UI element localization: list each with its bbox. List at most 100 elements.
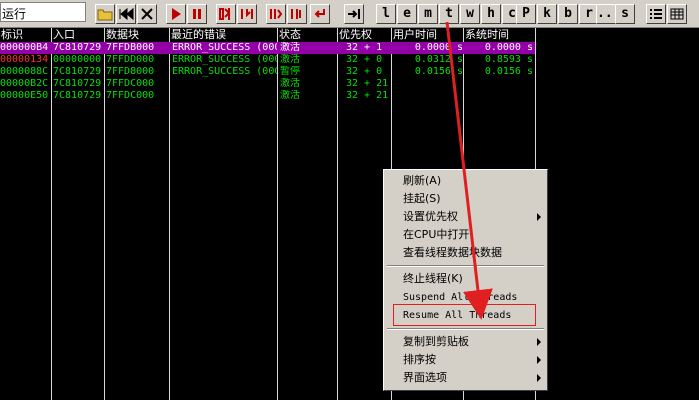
thread-system-time: 0.0156 s: [484, 66, 533, 77]
memory-map-button[interactable]: m: [418, 4, 438, 24]
column-header-system-time[interactable]: 系统时间: [464, 28, 535, 42]
menu-item-label: 复制到剪贴板: [403, 335, 469, 348]
menu-item-sort-by[interactable]: 排序按: [384, 351, 547, 369]
trace-over-button[interactable]: [287, 4, 307, 24]
column-header-entry[interactable]: 入口: [52, 28, 104, 42]
thread-entry: 7C810729: [53, 78, 102, 89]
thread-data-block: 7FFDD000: [106, 54, 155, 65]
source-button[interactable]: s: [615, 4, 635, 24]
pause-icon: [193, 9, 201, 19]
thread-last-error: ERROR_SUCCESS (000: [172, 42, 277, 53]
table-row[interactable]: 000000B4 7C810729 7FFDB000 ERROR_SUCCESS…: [0, 42, 535, 54]
execute-till-return-button[interactable]: [310, 4, 330, 24]
windows-button[interactable]: w: [460, 4, 480, 24]
toolbar: 运行 l e m t w h c P k b r ... s: [0, 0, 699, 28]
thread-state: 激活: [280, 54, 300, 65]
column-header-user-time[interactable]: 用户时间: [392, 28, 463, 42]
menu-item-suspend[interactable]: 挂起(S): [384, 190, 547, 208]
thread-state: 暂停: [280, 66, 300, 77]
submenu-arrow-icon: [537, 213, 541, 221]
thread-id: 00000E50: [0, 90, 49, 101]
thread-data-block: 7FFD8000: [106, 66, 155, 77]
goto-arrow-icon: [348, 9, 360, 19]
log-window-button[interactable]: l: [376, 4, 396, 24]
grid-options-button[interactable]: [667, 4, 687, 24]
thread-priority: 32 + 21: [346, 90, 389, 101]
play-icon: [172, 8, 181, 20]
run-button[interactable]: [166, 4, 186, 24]
close-button[interactable]: [137, 4, 157, 24]
menu-item-label: 设置优先权: [403, 210, 458, 223]
threads-button[interactable]: t: [439, 4, 459, 24]
thread-last-error: ERROR_SUCCESS (000: [172, 54, 277, 65]
menu-separator: [387, 328, 544, 330]
return-arrow-icon: [314, 9, 325, 18]
trace-into-button[interactable]: [266, 4, 286, 24]
call-stack-button[interactable]: k: [537, 4, 557, 24]
thread-user-time: 0.0312 s: [414, 54, 463, 65]
thread-data-block: 7FFDC000: [106, 90, 155, 101]
thread-system-time: 0.8593 s: [484, 54, 533, 65]
column-header-data-block[interactable]: 数据块: [105, 28, 169, 42]
thread-last-error: [172, 78, 277, 90]
run-trace-button[interactable]: ...: [596, 4, 620, 24]
handles-button[interactable]: h: [481, 4, 501, 24]
thread-user-time: 0.0156 s: [414, 66, 463, 77]
pause-button[interactable]: [187, 4, 207, 24]
column-header-last-error[interactable]: 最近的错误: [170, 28, 277, 42]
thread-entry: 7C810729: [53, 66, 102, 77]
open-file-button[interactable]: [95, 4, 115, 24]
thread-entry: 7C810729: [53, 42, 102, 53]
menu-item-refresh[interactable]: 刷新(A): [384, 172, 547, 190]
close-icon: [141, 8, 153, 20]
thread-last-error: [172, 90, 277, 102]
step-over-icon: [241, 9, 253, 19]
table-row[interactable]: 00000E50 7C810729 7FFDC000 激活 32 + 21: [0, 90, 535, 102]
thread-id: 00000134: [0, 54, 49, 65]
list-icon: [650, 9, 662, 19]
column-header-priority[interactable]: 优先权: [338, 28, 391, 42]
menu-item-set-priority[interactable]: 设置优先权: [384, 208, 547, 226]
thread-id: 000000B4: [0, 42, 49, 53]
thread-entry: 7C810729: [53, 90, 102, 101]
menu-item-view-thread-data-block[interactable]: 查看线程数据块数据: [384, 244, 547, 262]
annotation-highlight-box: [393, 304, 536, 326]
goto-button[interactable]: [344, 4, 364, 24]
table-row[interactable]: 00000134 00000000 7FFDD000 ERROR_SUCCESS…: [0, 54, 535, 66]
patches-button[interactable]: P: [516, 4, 536, 24]
column-header-state[interactable]: 状态: [278, 28, 337, 42]
rewind-icon: [119, 7, 134, 21]
table-row[interactable]: 0000088C 7C810729 7FFD8000 ERROR_SUCCESS…: [0, 66, 535, 78]
grid-icon: [670, 8, 684, 20]
executable-modules-button[interactable]: e: [397, 4, 417, 24]
step-into-button[interactable]: [216, 4, 236, 24]
status-text: 运行: [2, 7, 27, 21]
submenu-arrow-icon: [537, 338, 541, 346]
submenu-arrow-icon: [537, 374, 541, 382]
thread-context-menu: 刷新(A) 挂起(S) 设置优先权 在CPU中打开 查看线程数据块数据 终止线程…: [383, 169, 548, 391]
menu-item-copy-to-clipboard[interactable]: 复制到剪贴板: [384, 333, 547, 351]
thread-priority: 32 + 21: [346, 78, 389, 89]
list-options-button[interactable]: [646, 4, 666, 24]
folder-icon: [97, 9, 113, 21]
menu-item-appearance[interactable]: 界面选项: [384, 369, 547, 387]
thread-data-block: 7FFDB000: [106, 42, 155, 53]
breakpoints-button[interactable]: b: [558, 4, 578, 24]
thread-state: 激活: [280, 90, 300, 101]
thread-entry: 00000000: [53, 54, 102, 65]
column-header-id[interactable]: 标识: [0, 28, 51, 42]
thread-id: 0000088C: [0, 66, 49, 77]
table-row[interactable]: 00000B2C 7C810729 7FFDC000 激活 32 + 21: [0, 78, 535, 90]
restart-button[interactable]: [116, 4, 136, 24]
thread-user-time: 0.0000 s: [414, 42, 463, 53]
step-over-button[interactable]: [237, 4, 257, 24]
thread-priority: 32 + 0: [346, 66, 383, 77]
thread-priority: 32 + 1: [346, 42, 383, 53]
submenu-arrow-icon: [537, 356, 541, 364]
thread-priority: 32 + 0: [346, 54, 383, 65]
menu-item-open-in-cpu[interactable]: 在CPU中打开: [384, 226, 547, 244]
trace-over-icon: [291, 9, 301, 19]
menu-item-kill-thread[interactable]: 终止线程(K): [384, 270, 547, 288]
step-into-icon: [219, 8, 231, 20]
thread-state: 激活: [280, 42, 300, 53]
